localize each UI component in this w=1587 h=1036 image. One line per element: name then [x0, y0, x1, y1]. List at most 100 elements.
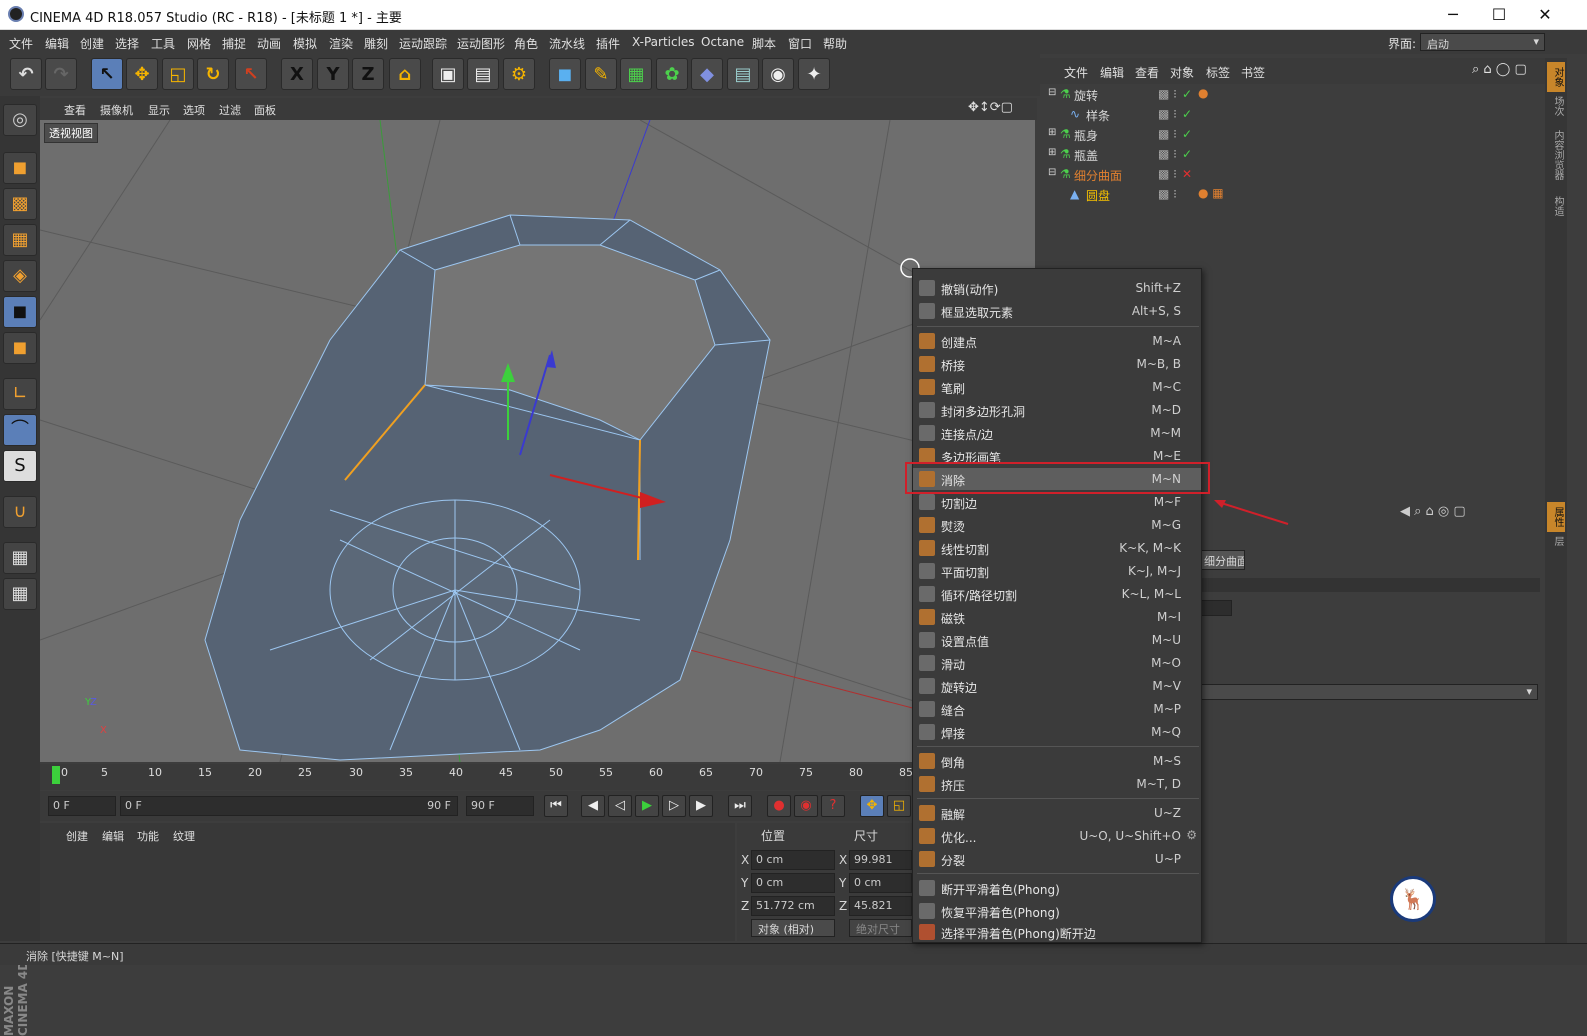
next-key-icon[interactable]: ▶ [689, 795, 713, 817]
frame-range-slider[interactable]: 0 F 90 F [120, 796, 458, 816]
menu-xparticles[interactable]: X-Particles [632, 35, 695, 49]
visibility-icon[interactable]: ▩ ⁝ [1158, 147, 1177, 161]
playhead[interactable] [52, 766, 60, 784]
deformer-icon[interactable]: ◆ [691, 58, 723, 90]
tag-icon[interactable]: ● [1198, 86, 1208, 100]
phong-tag-icon[interactable]: ● ▦ [1198, 186, 1224, 200]
enabled-check-icon[interactable]: ✓ [1182, 127, 1192, 141]
texture-mode-icon[interactable]: ▩ [3, 188, 37, 220]
tab-structure[interactable]: 构造 [1547, 196, 1565, 226]
record-key-icon[interactable]: ● [767, 795, 791, 817]
menu-script[interactable]: 脚本 [752, 35, 776, 52]
menu-snap[interactable]: 捕捉 [222, 35, 246, 52]
workplane-align-icon[interactable]: ▦ [3, 578, 37, 610]
vp-menu-camera[interactable]: 摄像机 [100, 102, 133, 118]
menu-item-stitch[interactable]: 缝合 M~P [913, 698, 1201, 720]
coord-mode-select[interactable]: 对象 (相对) [751, 919, 835, 937]
next-frame-icon[interactable]: ▷ [662, 795, 686, 817]
live-select-icon[interactable]: ↖ [235, 58, 267, 90]
model-mode-icon[interactable]: ◼ [3, 152, 37, 184]
menu-motion-tracking[interactable]: 运动跟踪 [399, 35, 447, 52]
close-button[interactable]: ✕ [1522, 0, 1568, 30]
om-menu-file[interactable]: 文件 [1064, 64, 1088, 81]
tab-layers[interactable]: 层 [1547, 536, 1565, 556]
coordinate-system-icon[interactable]: ⌂ [389, 58, 421, 90]
prev-frame-icon[interactable]: ◁ [608, 795, 632, 817]
x-axis-lock-button[interactable]: X [281, 58, 313, 90]
menu-window[interactable]: 窗口 [788, 35, 812, 52]
move-tool-icon[interactable]: ✥ [126, 58, 158, 90]
menu-help[interactable]: 帮助 [823, 35, 847, 52]
workplane-lock-icon[interactable]: ▦ [3, 542, 37, 574]
enabled-check-icon[interactable]: ✓ [1182, 87, 1192, 101]
perspective-viewport[interactable]: Y Z X [40, 120, 1035, 762]
select-tool-icon[interactable]: ↖ [91, 58, 123, 90]
mat-menu-edit[interactable]: 编辑 [102, 828, 124, 844]
point-mode-icon[interactable]: ◈ [3, 260, 37, 292]
menu-item-weld[interactable]: 焊接 M~Q [913, 721, 1201, 743]
edge-mode-icon[interactable]: ◼ [3, 296, 37, 328]
light-icon[interactable]: ✦ [798, 58, 830, 90]
expand-icon[interactable]: ⊟ [1048, 167, 1056, 178]
visibility-icon[interactable]: ▩ ⁝ [1158, 87, 1177, 101]
vp-menu-filter[interactable]: 过滤 [219, 102, 241, 118]
menu-file[interactable]: 文件 [9, 35, 33, 52]
menu-octane[interactable]: Octane [701, 35, 744, 49]
current-frame-field[interactable]: 0 F [48, 796, 116, 816]
visibility-icon[interactable]: ▩ ⁝ [1158, 187, 1177, 201]
object-row[interactable]: ⊞ ⚗ 瓶盖 ▩ ⁝ ✓ [1040, 145, 1540, 165]
size-mode-select[interactable]: 绝对尺寸 [849, 919, 912, 937]
magnet-snap-icon[interactable]: ∪ [3, 496, 37, 528]
render-picture-viewer-icon[interactable]: ▤ [467, 58, 499, 90]
menu-item-magnet[interactable]: 磁铁 M~I [913, 606, 1201, 628]
visibility-icon[interactable]: ▩ ⁝ [1158, 167, 1177, 181]
keyframe-selection-icon[interactable]: ? [821, 795, 845, 817]
object-row[interactable]: ⊟ ⚗ 细分曲面 ▩ ⁝ ✕ [1040, 165, 1540, 185]
position-x-field[interactable]: 0 cm [751, 850, 835, 870]
position-y-field[interactable]: 0 cm [751, 873, 835, 893]
tab-content-browser[interactable]: 内容浏览器 [1547, 130, 1565, 190]
subdivision-icon[interactable]: ▦ [620, 58, 652, 90]
size-z-field[interactable]: 45.821 cm [849, 896, 912, 930]
om-menu-edit[interactable]: 编辑 [1100, 64, 1124, 81]
redo-icon[interactable]: ↷ [45, 58, 77, 90]
expand-icon[interactable]: ⊞ [1048, 127, 1056, 138]
menu-item-loop-path-cut[interactable]: 循环/路径切割 K~L, M~L [913, 583, 1201, 605]
om-menu-tags[interactable]: 标签 [1206, 64, 1230, 81]
menu-item-edge-cut[interactable]: 切割边 M~F [913, 491, 1201, 513]
solo-icon[interactable]: S [3, 450, 37, 482]
attr-nav-icons[interactable]: ◀ ⌕ ⌂ ◎ ▢ [1400, 504, 1466, 519]
menu-item-brush[interactable]: 笔刷 M~C [913, 376, 1201, 398]
position-z-field[interactable]: 51.772 cm [751, 896, 835, 916]
end-frame-field[interactable]: 90 F [466, 796, 534, 816]
size-y-field[interactable]: 0 cm [849, 873, 912, 893]
layout-select[interactable]: 启动 ▾ [1420, 33, 1545, 51]
undo-icon[interactable]: ↶ [10, 58, 42, 90]
om-menu-view[interactable]: 查看 [1135, 64, 1159, 81]
menu-sculpt[interactable]: 雕刻 [364, 35, 388, 52]
play-icon[interactable]: ▶ [635, 795, 659, 817]
menu-item-close-polygon-hole[interactable]: 封闭多边形孔洞 M~D [913, 399, 1201, 421]
move-key-icon[interactable]: ✥ [860, 795, 884, 817]
menu-render[interactable]: 渲染 [329, 35, 353, 52]
cloner-icon[interactable]: ✿ [656, 58, 688, 90]
menu-item-extrude[interactable]: 挤压 M~T, D [913, 773, 1201, 795]
minimize-button[interactable]: ─ [1430, 0, 1476, 30]
menu-item-undo[interactable]: 撤销(动作) Shift+Z [913, 277, 1201, 299]
menu-simulate[interactable]: 模拟 [293, 35, 317, 52]
object-row[interactable]: ▲ 圆盘 ▩ ⁝ ● ▦ [1040, 185, 1540, 205]
camera-icon[interactable]: ◉ [762, 58, 794, 90]
pen-spline-icon[interactable]: ✎ [585, 58, 617, 90]
visibility-icon[interactable]: ▩ ⁝ [1158, 107, 1177, 121]
scale-tool-icon[interactable]: ◱ [162, 58, 194, 90]
menu-item-create-point[interactable]: 创建点 M~A [913, 330, 1201, 352]
axis-mode-icon[interactable]: ∟ [3, 378, 37, 410]
expand-icon[interactable]: ⊞ [1048, 147, 1056, 158]
floor-icon[interactable]: ▤ [727, 58, 759, 90]
menu-select[interactable]: 选择 [115, 35, 139, 52]
attr-dropdown[interactable]: ▾ [1200, 684, 1538, 700]
mat-menu-create[interactable]: 创建 [66, 828, 88, 844]
attr-tab-subdivision[interactable]: 细分曲面 [1200, 550, 1245, 570]
prev-key-icon[interactable]: ◀ [581, 795, 605, 817]
mat-menu-texture[interactable]: 纹理 [173, 828, 195, 844]
